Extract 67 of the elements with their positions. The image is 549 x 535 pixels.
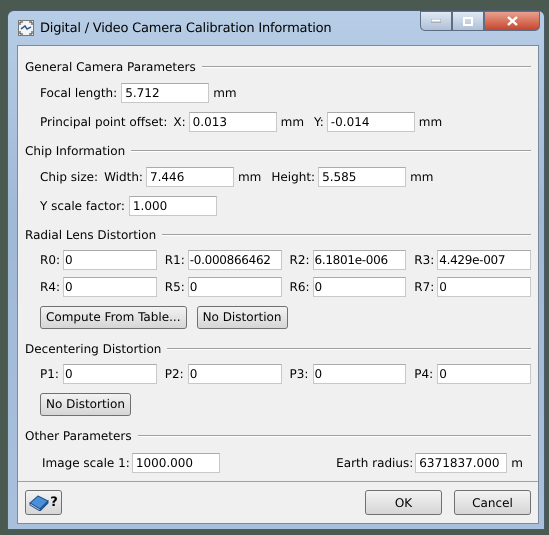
input-field[interactable]: 7.446 (146, 166, 234, 186)
book-icon (29, 494, 50, 510)
maximize-icon (463, 16, 473, 26)
window-title: Digital / Video Camera Calibration Information (40, 20, 332, 36)
input-field[interactable]: 0 (437, 364, 531, 384)
field-label: Chip size: (40, 170, 98, 184)
field-label: P4: (414, 366, 434, 380)
minimize-icon (431, 19, 441, 23)
unit-label: mm (410, 170, 434, 184)
field-label: Y scale factor: (40, 198, 125, 212)
group-title: General Camera Parameters (25, 60, 196, 74)
input-field[interactable]: 4.429e-007 (437, 250, 531, 270)
field-label: R7: (414, 280, 436, 294)
push-button[interactable]: Compute From Table... (40, 306, 187, 328)
input-field[interactable]: 0 (188, 276, 282, 296)
field-label: P2: (164, 366, 185, 380)
push-button[interactable]: No Distortion (40, 392, 131, 416)
field-label: R4: (40, 280, 62, 294)
input-field[interactable]: 0 (312, 364, 406, 384)
field-label: P1: (40, 366, 60, 380)
field-label: Y: (314, 114, 324, 128)
field-label: R0: (40, 252, 62, 266)
field-label: Height: (271, 170, 316, 184)
field-label: Focal length: (40, 86, 118, 100)
unit-label: mm (213, 86, 237, 100)
field-label: R3: (414, 252, 436, 266)
input-field[interactable]: 0 (63, 364, 157, 384)
group-title: Decentering Distortion (25, 342, 162, 356)
input-field[interactable]: 0 (312, 276, 406, 296)
dialog-button[interactable]: Cancel (454, 490, 531, 515)
minimize-button[interactable] (420, 11, 452, 31)
field-label: Image scale 1: (42, 456, 130, 470)
input-field[interactable]: 6.1801e-006 (312, 250, 406, 270)
field-label: Width: (104, 170, 143, 184)
input-field[interactable]: 0 (437, 276, 531, 296)
close-icon (506, 16, 518, 26)
unit-label: mm (238, 170, 262, 184)
input-field[interactable]: 0 (63, 250, 157, 270)
field-label: R5: (164, 280, 186, 294)
group-title: Chip Information (25, 144, 126, 158)
group-title: Other Parameters (25, 429, 132, 443)
input-field[interactable]: 1000.000 (132, 453, 220, 473)
input-field[interactable]: -0.000866462 (188, 250, 282, 270)
input-field[interactable]: 6371837.000 (415, 453, 508, 473)
field-label: X: (173, 114, 186, 128)
input-field[interactable]: 0 (188, 364, 282, 384)
input-field[interactable]: 5.585 (318, 166, 406, 186)
group-title: Radial Lens Distortion (25, 228, 156, 242)
dialog-button[interactable]: OK (365, 490, 442, 515)
unit-label: m (511, 456, 523, 470)
input-field[interactable]: -0.014 (326, 112, 415, 132)
field-label: Principal point offset: (40, 114, 168, 128)
field-label: Earth radius: (336, 456, 414, 470)
field-label: R2: (290, 252, 311, 266)
unit-label: mm (418, 114, 442, 128)
push-button[interactable]: No Distortion (196, 306, 288, 328)
close-button[interactable] (484, 11, 540, 31)
maximize-button[interactable] (452, 11, 484, 31)
input-field[interactable]: 0.013 (188, 112, 277, 132)
help-button[interactable]: ? (25, 490, 62, 515)
field-label: P3: (290, 366, 310, 380)
input-field[interactable]: 0 (63, 276, 157, 296)
input-field[interactable]: 5.712 (121, 82, 210, 102)
input-field[interactable]: 1.000 (128, 196, 217, 216)
field-label: R6: (290, 280, 311, 294)
field-label: R1: (164, 252, 186, 266)
unit-label: mm (280, 114, 304, 128)
